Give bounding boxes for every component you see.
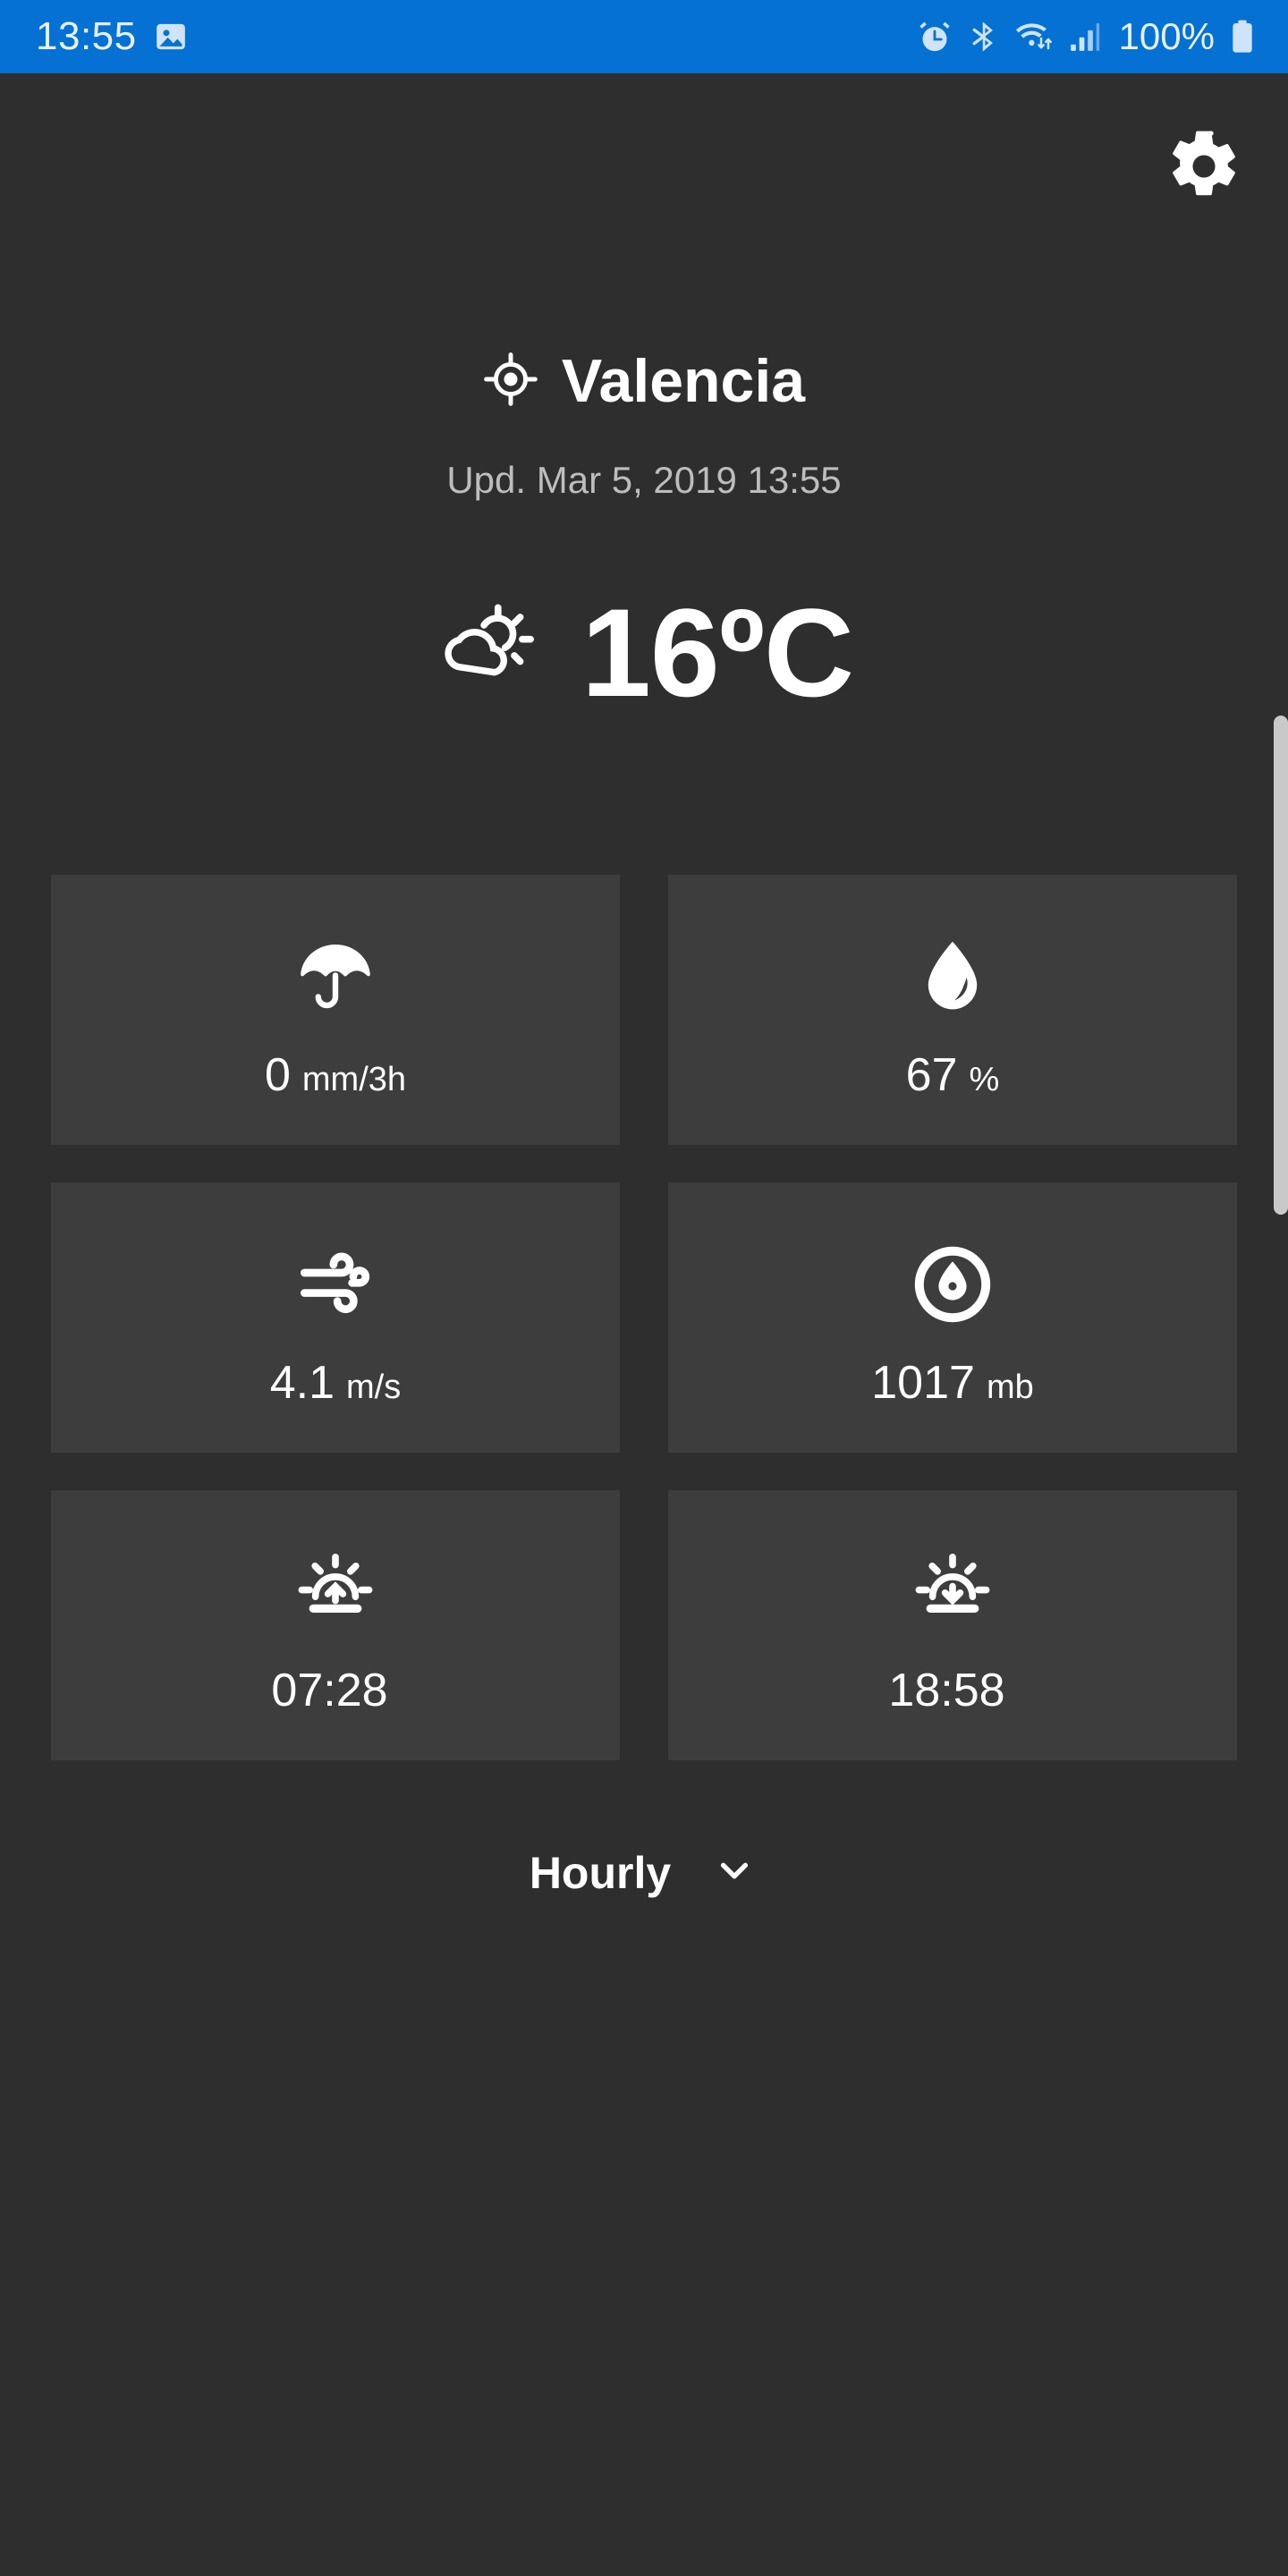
tile-sunset[interactable]: 18:58 (668, 1490, 1237, 1760)
sunrise-icon (292, 1537, 378, 1648)
gps-location-icon (483, 352, 538, 411)
status-bar-right: 100% (917, 18, 1256, 55)
scrollbar-thumb[interactable] (1274, 716, 1288, 1215)
pressure-unit: mb (986, 1368, 1034, 1406)
tile-precipitation[interactable]: 0 mm/3h (51, 875, 620, 1145)
photo-icon (153, 19, 189, 55)
precipitation-unit: mm/3h (301, 1061, 407, 1098)
forecast-toggle-button[interactable]: Hourly (0, 1846, 1288, 1899)
scrollbar-track[interactable] (1274, 73, 1288, 2576)
sunrise-value-row: 07:28 (271, 1667, 399, 1714)
humidity-value-row: 67 % (906, 1052, 1000, 1098)
current-temperature: 16ºC (581, 582, 854, 723)
wind-icon (289, 1229, 382, 1340)
location-header[interactable]: Valencia (0, 351, 1288, 411)
tile-pressure[interactable]: 1017 mb (668, 1182, 1237, 1453)
forecast-toggle-label: Hourly (529, 1847, 672, 1898)
wind-value: 4.1 (269, 1357, 335, 1409)
pressure-value-row: 1017 mb (871, 1360, 1033, 1406)
battery-percent-label: 100% (1118, 15, 1215, 57)
precipitation-value-row: 0 mm/3h (265, 1052, 406, 1098)
weather-details-grid: 0 mm/3h 67 % 4.1 m/s 1017 mb 07:28 18:58 (51, 875, 1237, 1760)
signal-icon (1069, 20, 1101, 54)
bluetooth-icon (967, 20, 1001, 54)
gear-icon (1165, 128, 1242, 209)
sunset-value: 18:58 (888, 1665, 1005, 1716)
pressure-value: 1017 (871, 1357, 975, 1409)
precipitation-value: 0 (264, 1049, 291, 1101)
humidity-unit: % (969, 1061, 1000, 1098)
weather-app-screen: 13:55 100% Valencia Upd. Mar 5, 2019 13:… (0, 0, 1288, 2576)
sunset-icon (910, 1537, 996, 1648)
tile-humidity[interactable]: 67 % (668, 875, 1237, 1145)
wifi-icon (1015, 19, 1055, 55)
humidity-value: 67 (905, 1049, 958, 1101)
status-bar-clock: 13:55 (36, 14, 137, 58)
water-drop-icon (910, 921, 996, 1032)
alarm-icon (917, 19, 953, 55)
settings-button[interactable] (1157, 122, 1250, 215)
partly-cloudy-day-icon (435, 598, 540, 708)
battery-icon (1229, 19, 1256, 55)
chevron-down-icon (710, 1846, 758, 1899)
sunset-value-row: 18:58 (888, 1667, 1016, 1714)
wind-value-row: 4.1 m/s (270, 1360, 402, 1406)
current-conditions: 16ºC (0, 590, 1288, 716)
barometer-icon (910, 1229, 996, 1340)
umbrella-icon (292, 921, 378, 1032)
last-updated-label: Upd. Mar 5, 2019 13:55 (446, 459, 842, 501)
wind-unit: m/s (346, 1368, 402, 1406)
city-name: Valencia (561, 347, 806, 415)
tile-wind[interactable]: 4.1 m/s (51, 1182, 620, 1453)
sunrise-value: 07:28 (271, 1665, 388, 1716)
status-bar: 13:55 100% (0, 0, 1288, 73)
status-bar-left: 13:55 (36, 17, 189, 56)
tile-sunrise[interactable]: 07:28 (51, 1490, 620, 1760)
